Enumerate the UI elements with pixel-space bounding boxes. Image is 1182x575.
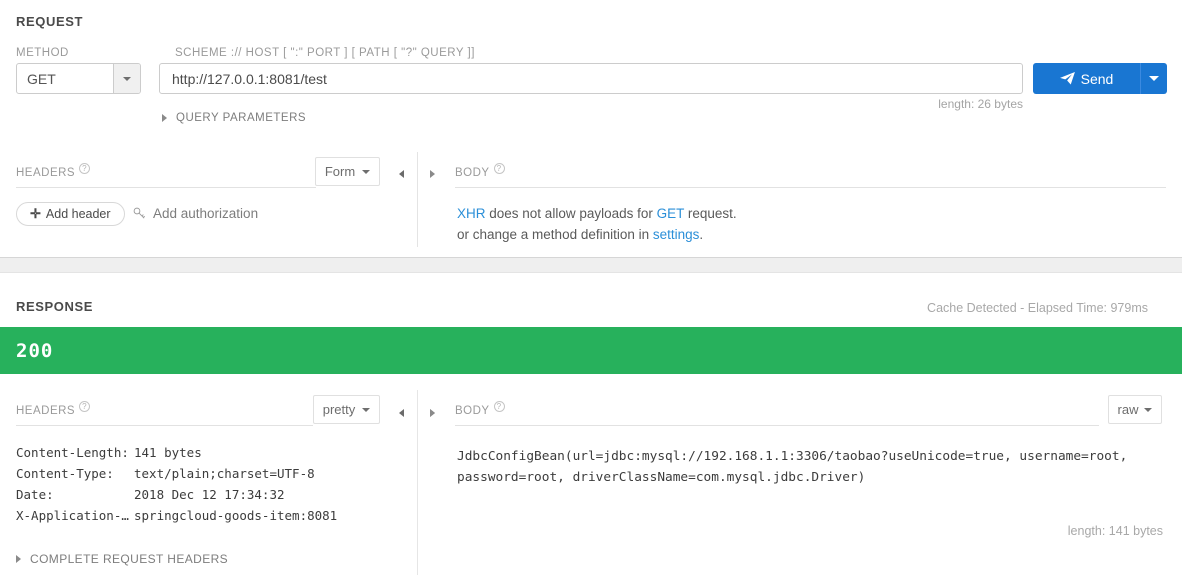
request-body-message-post: request. <box>684 206 737 221</box>
help-icon[interactable]: ? <box>493 401 505 412</box>
response-body-title: BODY? <box>455 401 505 417</box>
response-headers-title-text: HEADERS <box>16 404 76 417</box>
url-input[interactable] <box>159 63 1023 94</box>
chevron-down-icon <box>362 169 371 174</box>
response-headers-format-value: pretty <box>322 402 356 417</box>
send-button[interactable]: Send <box>1033 63 1140 94</box>
response-body-text: JdbcConfigBean(url=jdbc:mysql://192.168.… <box>457 449 1135 485</box>
url-format-label: SCHEME :// HOST [ ":" PORT ] [ PATH [ "?… <box>175 47 475 59</box>
query-parameters-label: QUERY PARAMETERS <box>176 112 307 124</box>
add-header-button[interactable]: ✛ Add header <box>16 202 125 226</box>
header-key: Content-Type: <box>16 466 114 481</box>
complete-request-headers-label: COMPLETE REQUEST HEADERS <box>30 552 229 566</box>
complete-request-headers-toggle[interactable]: COMPLETE REQUEST HEADERS <box>16 552 228 566</box>
header-value: springcloud-goods-item:8081 <box>134 508 338 523</box>
request-headers-title: HEADERS? <box>16 163 91 179</box>
plus-icon: ✛ <box>30 206 41 221</box>
response-body-divider <box>455 425 1099 426</box>
request-body-title: BODY? <box>455 163 505 179</box>
request-headers-format-dropdown[interactable]: Form <box>315 157 380 186</box>
header-value: 2018 Dec 12 17:34:32 <box>134 487 285 502</box>
request-section: REQUEST METHOD SCHEME :// HOST [ ":" POR… <box>0 0 1182 257</box>
response-collapse-left-button[interactable] <box>399 404 404 422</box>
send-button-label: Send <box>1080 70 1114 87</box>
method-label: METHOD <box>16 47 69 59</box>
header-key: X-Application-… <box>16 508 129 523</box>
chevron-left-icon <box>399 409 404 417</box>
status-code: 200 <box>16 339 54 362</box>
request-body-message-line2-post: . <box>699 227 704 242</box>
response-headers-list: Content-Length: 141 bytes Content-Type: … <box>16 442 337 526</box>
paper-plane-icon <box>1059 72 1075 85</box>
response-body-format-dropdown[interactable]: raw <box>1108 395 1162 424</box>
xhr-link[interactable]: XHR <box>457 206 486 221</box>
get-method-link[interactable]: GET <box>657 206 685 221</box>
request-heading: REQUEST <box>16 14 84 29</box>
status-banner: 200 <box>0 327 1182 374</box>
add-authorization-button[interactable]: Add authorization <box>133 206 258 221</box>
key-icon <box>133 207 146 219</box>
response-body-length: length: 141 bytes <box>1067 524 1163 538</box>
request-url-length: length: 26 bytes <box>938 97 1023 111</box>
response-body-format-value: raw <box>1117 402 1139 417</box>
response-headers-title: HEADERS? <box>16 401 91 417</box>
response-panel-divider <box>417 390 418 575</box>
section-divider <box>0 257 1182 273</box>
request-headers-title-text: HEADERS <box>16 166 76 179</box>
chevron-right-icon <box>162 114 167 122</box>
response-headers-format-dropdown[interactable]: pretty <box>313 395 380 424</box>
add-header-label: Add header <box>45 207 111 221</box>
help-icon[interactable]: ? <box>493 163 505 174</box>
request-body-message-line1: XHR does not allow payloads for GET requ… <box>457 203 737 224</box>
request-body-message: XHR does not allow payloads for GET requ… <box>457 203 737 245</box>
table-row: Date: 2018 Dec 12 17:34:32 <box>16 484 337 505</box>
method-select-dropdown-button[interactable] <box>113 64 140 93</box>
chevron-down-icon <box>1149 76 1159 81</box>
send-options-button[interactable] <box>1140 63 1167 94</box>
request-collapse-right-button[interactable] <box>430 165 435 183</box>
request-body-divider <box>455 187 1166 188</box>
help-icon[interactable]: ? <box>79 163 91 174</box>
request-collapse-left-button[interactable] <box>399 165 404 183</box>
response-heading: RESPONSE <box>16 299 94 314</box>
chevron-down-icon <box>1144 407 1153 412</box>
method-select-value: GET <box>27 70 56 87</box>
method-select[interactable]: GET <box>16 63 141 94</box>
header-key: Content-Length: <box>16 445 129 460</box>
help-icon[interactable]: ? <box>79 401 91 412</box>
settings-link[interactable]: settings <box>653 227 700 242</box>
header-value: 141 bytes <box>134 445 202 460</box>
request-body-message-line2: or change a method definition in setting… <box>457 224 737 245</box>
chevron-right-icon <box>16 555 21 563</box>
chevron-right-icon <box>430 409 435 417</box>
request-panel-divider <box>417 152 418 247</box>
request-body-title-text: BODY <box>455 166 490 179</box>
chevron-left-icon <box>399 170 404 178</box>
table-row: X-Application-… springcloud-goods-item:8… <box>16 505 337 526</box>
chevron-down-icon <box>362 407 371 412</box>
header-key: Date: <box>16 487 54 502</box>
chevron-down-icon <box>123 76 131 81</box>
request-body-message-mid: does not allow payloads for <box>485 206 657 221</box>
request-headers-divider <box>16 187 316 188</box>
http-client-window: REQUEST METHOD SCHEME :// HOST [ ":" POR… <box>0 0 1182 575</box>
header-value: text/plain;charset=UTF-8 <box>134 466 315 481</box>
table-row: Content-Length: 141 bytes <box>16 442 337 463</box>
request-headers-format-value: Form <box>324 164 356 179</box>
response-headers-divider <box>16 425 313 426</box>
table-row: Content-Type: text/plain;charset=UTF-8 <box>16 463 337 484</box>
chevron-right-icon <box>430 170 435 178</box>
add-authorization-label: Add authorization <box>153 206 259 221</box>
query-parameters-toggle[interactable]: QUERY PARAMETERS <box>162 112 306 124</box>
response-body-expand-arrow[interactable] <box>430 404 435 422</box>
response-body-title-text: BODY <box>455 404 490 417</box>
cache-elapsed-info: Cache Detected - Elapsed Time: 979ms <box>927 301 1148 315</box>
request-body-message-line2-pre: or change a method definition in <box>457 227 653 242</box>
